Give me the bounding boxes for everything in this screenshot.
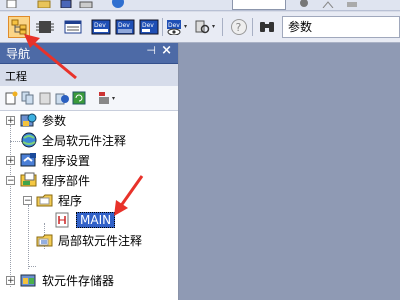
tree-item-device-memory[interactable]: 软元件存储器 xyxy=(20,271,114,289)
dev-icon: Dev xyxy=(91,19,111,35)
svg-text:Dev: Dev xyxy=(142,22,154,29)
pin-icon[interactable]: ⊣ xyxy=(146,44,156,57)
save-icon[interactable] xyxy=(58,0,74,9)
parameter-icon xyxy=(20,112,38,128)
dev-list-icon: Dev xyxy=(115,19,135,35)
device-monitor-button[interactable]: Dev xyxy=(166,16,188,38)
device-batch-button[interactable]: Dev xyxy=(90,16,112,38)
tree-item-program-parts[interactable]: 程序部件 xyxy=(20,171,90,189)
tree-item-program-setting[interactable]: 程序设置 xyxy=(20,151,90,169)
svg-text:Dev: Dev xyxy=(94,22,106,29)
tree-item-main[interactable]: MAIN xyxy=(54,211,116,229)
print-icon[interactable] xyxy=(78,0,94,9)
copy-icon[interactable] xyxy=(21,91,35,105)
main-toolbar: Dev Dev Dev Dev ? 参数 xyxy=(0,12,400,43)
navigation-tree-icon xyxy=(11,19,27,35)
local-comment-icon xyxy=(36,232,54,248)
project-label: 工程 xyxy=(5,70,27,83)
cut-icon[interactable] xyxy=(320,0,336,9)
global-comment-icon xyxy=(20,132,38,148)
workspace-area xyxy=(179,43,400,300)
parts-selection-button[interactable] xyxy=(34,16,56,38)
dev-monitor-icon: Dev xyxy=(167,20,187,35)
new-data-icon[interactable] xyxy=(4,91,18,105)
navigation-panel: 导航 ⊣ × 工程 + 参数 全局软元件注释 + 程序设置 − 程序部件 − 程… xyxy=(0,43,179,300)
program-parts-icon xyxy=(20,172,38,188)
navigation-header: 导航 ⊣ × xyxy=(0,43,178,64)
toolbar-separator xyxy=(252,18,253,36)
tree-connector xyxy=(28,266,36,267)
tree-expander[interactable]: + xyxy=(6,116,15,126)
project-section-header: 工程 xyxy=(0,64,178,86)
device-search-button[interactable] xyxy=(194,16,216,38)
svg-text:Dev: Dev xyxy=(118,22,130,29)
replace-icon[interactable] xyxy=(344,0,360,8)
dev-comment-icon: Dev xyxy=(139,19,159,35)
tree-connector xyxy=(28,205,29,269)
tree-item-label: 局部软元件注释 xyxy=(58,233,143,248)
tree-item-parameter[interactable]: 参数 xyxy=(20,111,66,129)
device-memory-icon xyxy=(20,272,38,288)
binoculars-icon xyxy=(260,22,274,32)
property-icon[interactable] xyxy=(55,91,69,105)
device-list-button[interactable]: Dev xyxy=(114,16,136,38)
program-setting-icon xyxy=(20,152,38,168)
device-search-icon xyxy=(195,20,215,34)
tree-item-global-comment[interactable]: 全局软元件注释 xyxy=(20,131,126,149)
tree-item-label: 程序设置 xyxy=(42,153,91,168)
tree-item-program[interactable]: 程序 xyxy=(36,191,82,209)
svg-text:?: ? xyxy=(236,21,242,34)
paste-icon[interactable] xyxy=(38,91,52,105)
tree-item-label: 程序 xyxy=(58,193,83,208)
device-comment-button[interactable]: Dev xyxy=(138,16,160,38)
tree-item-local-comment[interactable]: 局部软元件注释 xyxy=(36,231,142,249)
program-folder-icon xyxy=(36,192,54,208)
find-icon[interactable] xyxy=(296,0,312,8)
output-window-button[interactable] xyxy=(62,16,84,38)
tree-item-label: 全局软元件注释 xyxy=(42,133,127,148)
help-info-icon[interactable] xyxy=(110,0,126,8)
tree-item-label: 程序部件 xyxy=(42,173,91,188)
find-button[interactable] xyxy=(256,16,278,38)
tree-expander[interactable]: + xyxy=(6,156,15,166)
svg-text:Dev: Dev xyxy=(168,22,180,29)
project-tree: + 参数 全局软元件注释 + 程序设置 − 程序部件 − 程序 MAIN 局部软… xyxy=(0,111,178,299)
navigation-toggle-button[interactable] xyxy=(8,16,30,38)
toolbar-separator xyxy=(222,18,223,36)
tree-item-label: 软元件存储器 xyxy=(42,273,115,288)
project-toolbar xyxy=(0,86,178,111)
tree-item-label: 参数 xyxy=(42,113,67,128)
search-input[interactable]: 参数 xyxy=(282,16,400,38)
tree-expander[interactable]: − xyxy=(6,176,15,186)
navigation-title: 导航 xyxy=(6,46,31,61)
new-icon[interactable] xyxy=(4,0,20,9)
help-icon: ? xyxy=(231,19,247,35)
ladder-program-icon xyxy=(54,212,72,228)
tree-expander[interactable]: + xyxy=(6,276,15,286)
toolbar-separator xyxy=(162,18,163,36)
toolbar-combo[interactable] xyxy=(232,0,286,10)
window-list-icon xyxy=(64,20,82,34)
module-icon xyxy=(36,21,54,33)
tree-connector xyxy=(10,125,11,287)
help-button[interactable]: ? xyxy=(228,16,250,38)
tree-expander[interactable]: − xyxy=(23,196,32,206)
tree-option-icon[interactable] xyxy=(97,91,117,105)
tree-item-label-selected: MAIN xyxy=(76,212,116,228)
top-toolbar-strip xyxy=(0,0,400,11)
refresh-icon[interactable] xyxy=(72,91,86,105)
open-icon[interactable] xyxy=(36,0,52,9)
close-icon[interactable]: × xyxy=(161,43,172,58)
